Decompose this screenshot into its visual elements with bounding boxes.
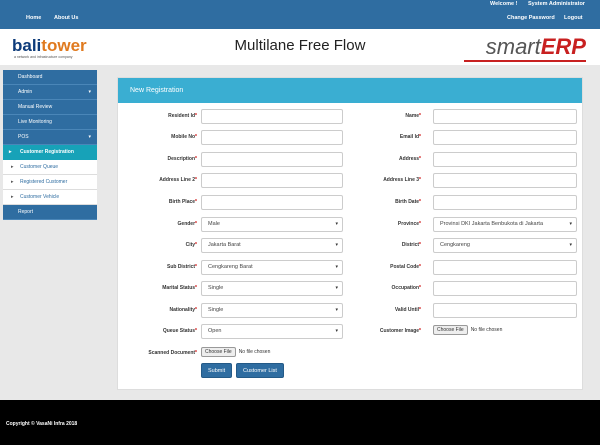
resident-id-label: Resident Id*: [168, 113, 197, 119]
gender-select[interactable]: Male ▾: [201, 217, 343, 232]
address-label: Address*: [399, 156, 421, 162]
scanned-document-label: Scanned Document*: [148, 350, 197, 356]
queue-status-select[interactable]: Open ▾: [201, 324, 343, 339]
description-label: Description*: [167, 156, 197, 162]
marital-status-label: Marital Status*: [162, 285, 197, 291]
mobile-no-field[interactable]: [201, 130, 343, 145]
change-password-link[interactable]: Change Password: [507, 15, 555, 21]
birth-date-label: Birth Date*: [395, 199, 421, 205]
sidebar-item-pos[interactable]: POS ▾: [3, 130, 97, 145]
district-select[interactable]: Cengkareng ▾: [433, 238, 577, 253]
footer: Copyright © VasaNi Infra 2018: [0, 400, 600, 445]
occupation-label: Occupation*: [391, 285, 421, 291]
sidebar-item-customer-vehicle[interactable]: ▸ Customer Vehicle: [3, 190, 97, 205]
birth-place-field[interactable]: [201, 195, 343, 210]
name-label: Name*: [405, 113, 421, 119]
queue-status-label: Queue Status*: [162, 328, 197, 334]
marital-status-select[interactable]: Single ▾: [201, 281, 343, 296]
logo-tagline: a network and infrastructure company: [14, 55, 73, 59]
valid-until-field[interactable]: [433, 303, 577, 318]
chevron-right-icon: ▸: [11, 164, 14, 170]
home-link[interactable]: Home: [26, 15, 41, 21]
address-line-2-label: Address Line 2*: [159, 177, 197, 183]
customer-list-button[interactable]: Customer List: [236, 363, 284, 378]
sidebar-item-registered-customer[interactable]: ▸ Registered Customer: [3, 175, 97, 190]
postal-code-field[interactable]: [433, 260, 577, 275]
province-select[interactable]: Provinsi DKI Jakarta Benbukota di Jakart…: [433, 217, 577, 232]
city-label: City*: [185, 242, 197, 248]
mobile-no-label: Mobile No*: [171, 134, 197, 140]
copyright-text: Copyright © VasaNi Infra 2018: [6, 421, 78, 427]
city-select[interactable]: Jakarta Barat ▾: [201, 238, 343, 253]
nationality-label: Nationality*: [169, 307, 197, 313]
choose-file-button[interactable]: Choose File: [201, 347, 236, 357]
top-nav-bar: Home About Us Welcome ! System Administr…: [0, 0, 600, 29]
address-field[interactable]: [433, 152, 577, 167]
panel-title: New Registration: [118, 78, 582, 103]
smarterp-logo: smartERP: [485, 34, 586, 59]
chevron-down-icon: ▾: [569, 242, 572, 248]
chevron-down-icon: ▾: [88, 134, 91, 140]
sidebar-item-dashboard[interactable]: Dashboard: [3, 70, 97, 85]
district-label: District*: [401, 242, 421, 248]
sub-district-label: Sub District*: [166, 264, 197, 270]
sidebar-item-manual-review[interactable]: Manual Review: [3, 100, 97, 115]
brand-underline: [464, 60, 586, 62]
chevron-down-icon: ▾: [88, 89, 91, 95]
occupation-field[interactable]: [433, 281, 577, 296]
sidebar-item-customer-registration[interactable]: ▸ Customer Registration: [3, 145, 97, 160]
sidebar-item-admin[interactable]: Admin ▾: [3, 85, 97, 100]
description-field[interactable]: [201, 152, 343, 167]
birth-date-field[interactable]: [433, 195, 577, 210]
nationality-select[interactable]: Single ▾: [201, 303, 343, 318]
chevron-right-icon: ▸: [11, 194, 14, 200]
address-line-3-field[interactable]: [433, 173, 577, 188]
logout-link[interactable]: Logout: [564, 15, 583, 21]
welcome-text: Welcome !: [490, 1, 518, 7]
sidebar-item-live-monitoring[interactable]: Live Monitoring: [3, 115, 97, 130]
chevron-right-icon: ▸: [9, 149, 12, 155]
customer-image-label: Customer Image*: [379, 328, 421, 334]
email-id-field[interactable]: [433, 130, 577, 145]
choose-file-button[interactable]: Choose File: [433, 325, 468, 335]
province-label: Province*: [397, 221, 421, 227]
sidebar-item-customer-queue[interactable]: ▸ Customer Queue: [3, 160, 97, 175]
postal-code-label: Postal Code*: [390, 264, 421, 270]
name-field[interactable]: [433, 109, 577, 124]
sidebar-item-report[interactable]: Report: [3, 205, 97, 220]
submit-button[interactable]: Submit: [201, 363, 233, 378]
address-line-3-label: Address Line 3*: [383, 177, 421, 183]
birth-place-label: Birth Place*: [168, 199, 197, 205]
email-id-label: Email Id*: [399, 134, 421, 140]
scanned-document-input[interactable]: Choose File No file chosen: [201, 347, 270, 357]
sub-district-select[interactable]: Cengkareng Barat ▾: [201, 260, 343, 275]
gender-label: Gender*: [177, 221, 197, 227]
customer-image-input[interactable]: Choose File No file chosen: [433, 325, 502, 335]
valid-until-label: Valid Until*: [394, 307, 421, 313]
chevron-right-icon: ▸: [11, 179, 14, 185]
address-line-2-field[interactable]: [201, 173, 343, 188]
about-link[interactable]: About Us: [54, 15, 78, 21]
sidebar: Dashboard Admin ▾ Manual Review Live Moni…: [3, 70, 97, 220]
user-name[interactable]: System Administrator: [528, 1, 585, 7]
chevron-down-icon: ▾: [569, 218, 572, 231]
resident-id-field[interactable]: [201, 109, 343, 124]
